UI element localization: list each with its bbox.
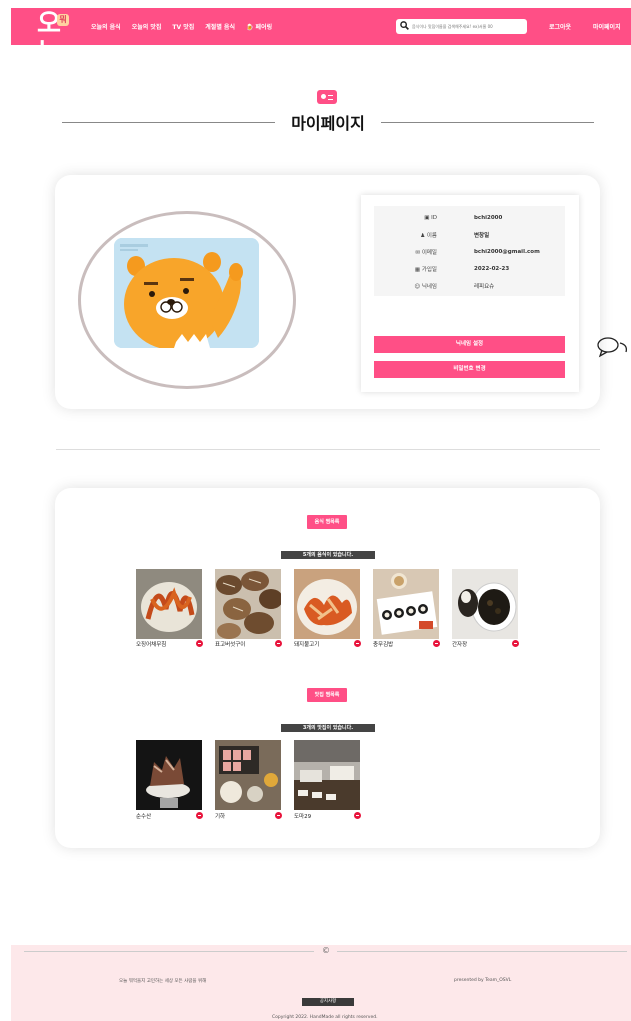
remove-food-0-icon[interactable] [196, 640, 203, 647]
restaurant-name-2: 도마29 [294, 814, 312, 820]
footer-team: presented by Team_OSVL [454, 978, 512, 983]
logo-badge: 뭐 [57, 14, 69, 26]
restaurant-photo [294, 740, 360, 810]
mypage-link[interactable]: 마이페이지 [593, 22, 621, 31]
top-navbar: 오늘 뭐 오늘의 음식 오늘의 맛집 TV 맛집 계절별 음식 🍺 페어링 로그… [11, 8, 631, 69]
nav-tv-restaurant[interactable]: TV 맛집 [172, 22, 194, 31]
food-photo [452, 569, 518, 639]
restaurant-thumb-0[interactable] [136, 740, 202, 810]
footer-tagline: 오늘 뭐먹을지 고민하는 세상 모든 사람을 위해 [119, 979, 207, 984]
avatar-character-image [114, 238, 259, 348]
nav-seasonal-food[interactable]: 계절별 음식 [205, 22, 235, 31]
profile-info-table: ▣ ID bchi2000 ♟ 이름 변창일 ✉ 이메일 bchi2000@gm… [374, 206, 565, 296]
food-photo [373, 569, 439, 639]
profile-value-name: 변창일 [474, 232, 490, 239]
search-box [396, 19, 527, 34]
restaurant-photo [215, 740, 281, 810]
profile-row-nickname: ☺ 닉네임 레피요슈 [414, 283, 495, 290]
search-icon[interactable] [400, 21, 409, 30]
footer-rule-left [24, 951, 314, 952]
profile-label-joined: 가입일 [421, 266, 437, 273]
restaurant-name-0: 순수산 [136, 814, 152, 820]
food-thumb-4[interactable] [452, 569, 518, 639]
main-nav: 오늘의 음식 오늘의 맛집 TV 맛집 계절별 음식 🍺 페어링 [91, 8, 272, 45]
site-logo[interactable]: 오늘 뭐 [33, 9, 73, 69]
profile-label-email: 이메일 [421, 249, 437, 256]
restaurant-name-1: 기하 [215, 814, 226, 820]
id-card-icon [317, 90, 337, 104]
food-name-0: 오징어채무침 [136, 642, 167, 648]
remove-restaurant-1-icon[interactable] [275, 812, 282, 819]
notice-button[interactable]: 공지사항 [302, 998, 354, 1006]
restaurant-bookmarks-button[interactable]: 맛집 찜목록 [307, 688, 347, 702]
profile-row-email: ✉ 이메일 bchi2000@gmail.com [415, 248, 540, 256]
section-divider [56, 449, 600, 450]
search-input[interactable] [412, 20, 524, 33]
logout-link[interactable]: 로그아웃 [549, 22, 571, 31]
nav-pairing[interactable]: 🍺 페어링 [246, 22, 272, 31]
food-name-4: 간자장 [452, 642, 468, 648]
page-title: 마이페이지 [291, 114, 365, 133]
food-photo [136, 569, 202, 639]
restaurant-photo [136, 740, 202, 810]
food-count-label: 5개의 음식이 있습니다. [281, 551, 375, 559]
copyright-text: Copyright 2022. HandMade all rights rese… [272, 1015, 378, 1020]
food-thumb-3[interactable] [373, 569, 439, 639]
footer [11, 945, 631, 1021]
food-name-2: 돼지불고기 [294, 642, 320, 648]
title-rule-left [62, 122, 275, 123]
profile-label-name: 이름 [426, 232, 437, 239]
nav-today-restaurant[interactable]: 오늘의 맛집 [132, 22, 162, 31]
restaurant-count-label: 3개의 맛집이 있습니다. [281, 724, 375, 732]
food-thumb-0[interactable] [136, 569, 202, 639]
food-thumb-1[interactable] [215, 569, 281, 639]
profile-row-joined: ▦ 가입일 2022-02-23 [414, 265, 510, 273]
title-rule-right [381, 122, 594, 123]
food-thumb-2[interactable] [294, 569, 360, 639]
profile-row-id: ▣ ID bchi2000 [424, 214, 503, 221]
footer-rule-right [337, 951, 627, 952]
food-name-1: 표고버섯구이 [215, 642, 246, 648]
profile-value-nickname: 레피요슈 [474, 283, 495, 290]
remove-food-2-icon[interactable] [354, 640, 361, 647]
profile-value-email: bchi2000@gmail.com [474, 248, 540, 255]
profile-value-joined: 2022-02-23 [474, 265, 510, 272]
food-bookmarks-button[interactable]: 음식 찜목록 [307, 515, 347, 529]
food-photo [294, 569, 360, 639]
remove-restaurant-0-icon[interactable] [196, 812, 203, 819]
profile-row-name: ♟ 이름 변창일 [420, 232, 490, 239]
food-photo [215, 569, 281, 639]
change-password-button[interactable]: 비밀번호 변경 [374, 361, 565, 378]
remove-food-1-icon[interactable] [275, 640, 282, 647]
avatar [114, 238, 259, 348]
profile-label-id: ID [431, 214, 437, 221]
profile-value-id: bchi2000 [474, 214, 503, 221]
profile-label-nickname: 닉네임 [421, 283, 437, 290]
restaurant-thumb-2[interactable] [294, 740, 360, 810]
nav-today-food[interactable]: 오늘의 음식 [91, 22, 121, 31]
remove-food-4-icon[interactable] [512, 640, 519, 647]
restaurant-thumb-1[interactable] [215, 740, 281, 810]
copyright-symbol: © [322, 946, 330, 955]
chat-bubble-icon[interactable] [596, 335, 631, 359]
remove-restaurant-2-icon[interactable] [354, 812, 361, 819]
food-name-3: 충무김밥 [373, 642, 394, 648]
set-nickname-button[interactable]: 닉네임 설정 [374, 336, 565, 353]
remove-food-3-icon[interactable] [433, 640, 440, 647]
